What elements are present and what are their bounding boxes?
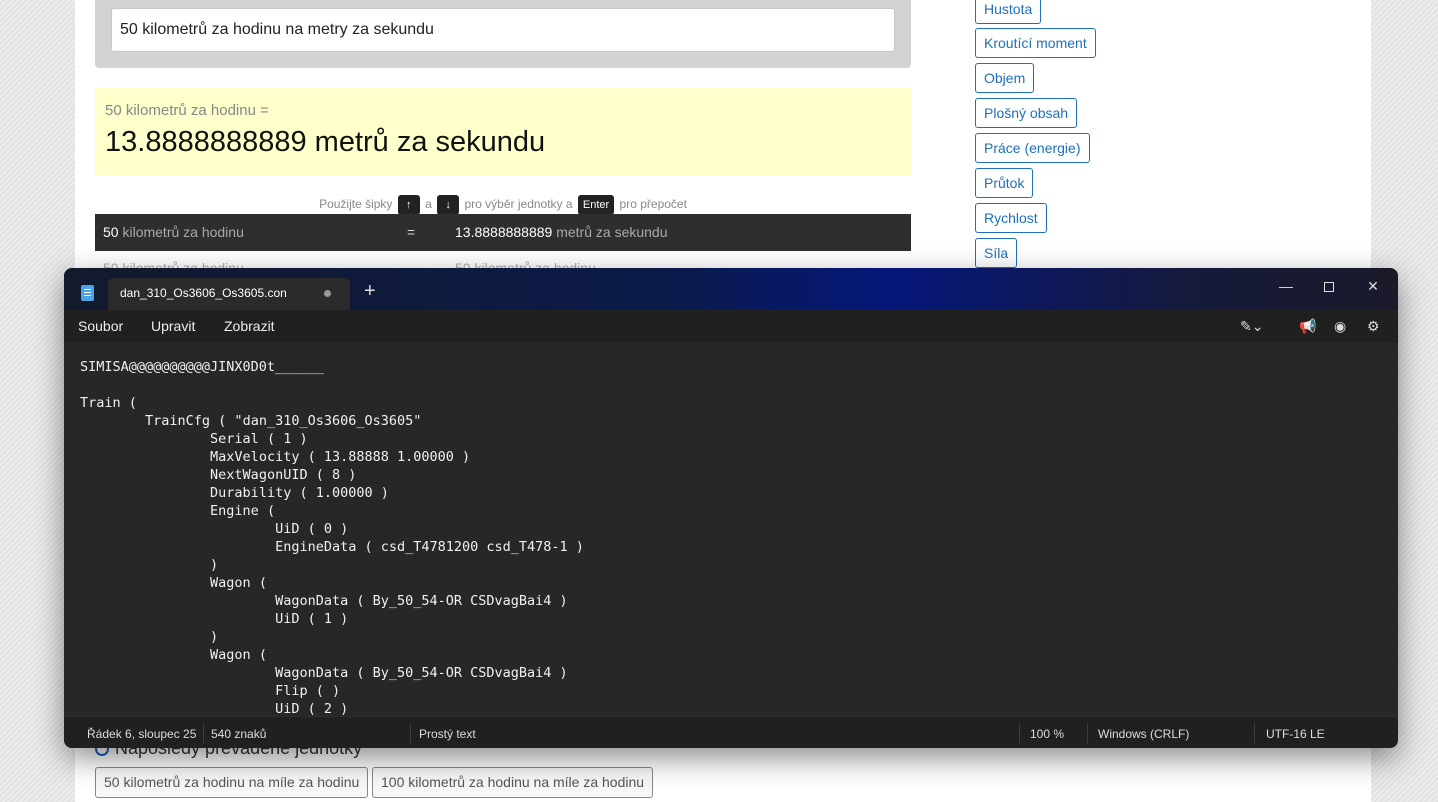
close-button[interactable]: ✕	[1358, 274, 1388, 298]
hint-text-recalc: pro přepočet	[619, 197, 687, 211]
new-tab-button[interactable]: +	[364, 281, 376, 301]
arrow-up-key-icon: ↑	[397, 194, 420, 215]
enter-key: Enter	[577, 194, 615, 215]
editor-content[interactable]: SIMISA@@@@@@@@@@JINX0D0t______ Train ( T…	[80, 358, 584, 716]
account-icon[interactable]: ◉	[1334, 317, 1346, 335]
status-divider	[410, 723, 411, 743]
right-unit: metrů za sekundu	[556, 224, 668, 240]
unsaved-dot-icon[interactable]	[324, 290, 331, 297]
character-count: 540 znaků	[211, 727, 267, 741]
text-editor[interactable]: SIMISA@@@@@@@@@@JINX0D0t______ Train ( T…	[64, 342, 1398, 716]
menu-view[interactable]: Zobrazit	[224, 318, 275, 334]
title-bar[interactable]: dan_310_Os3606_Os3605.con + — ✕	[64, 268, 1398, 310]
hint-text-use: Použijte šipky	[319, 197, 393, 211]
query-panel: 50 kilometrů za hodinu na metry za sekun…	[95, 0, 911, 68]
copilot-rewrite-icon[interactable]: ✎⌄	[1240, 317, 1263, 335]
result-value: 13.8888888889 metrů za sekundu	[105, 126, 546, 158]
zoom-level[interactable]: 100 %	[1030, 727, 1064, 741]
category-button-rychlost[interactable]: Rychlost	[975, 203, 1047, 233]
right-value: 13.8888888889	[455, 224, 553, 240]
tab-document[interactable]: dan_310_Os3606_Os3605.con	[108, 278, 350, 310]
result-panel: 50 kilometrů za hodinu = 13.8888888889 m…	[95, 88, 911, 176]
conversion-right: 13.8888888889 metrů za sekundu	[455, 214, 668, 251]
conversion-left: 50 kilometrů za hodinu	[103, 214, 244, 251]
minimize-button[interactable]: —	[1271, 274, 1301, 298]
category-button-sila[interactable]: Síla	[975, 238, 1018, 268]
announcement-icon[interactable]: 📢	[1299, 317, 1316, 335]
category-button-prutok[interactable]: Průtok	[975, 168, 1034, 198]
menu-file[interactable]: Soubor	[78, 318, 123, 334]
line-endings[interactable]: Windows (CRLF)	[1098, 727, 1189, 741]
text-format: Prostý text	[419, 727, 476, 741]
left-unit: kilometrů za hodinu	[122, 224, 244, 240]
hint-text-select: pro výběr jednotky a	[464, 197, 573, 211]
conversion-row-selected[interactable]: 50 kilometrů za hodinu = 13.8888888889 m…	[95, 214, 911, 251]
tab-title: dan_310_Os3606_Os3605.con	[120, 286, 287, 300]
hint-text-and: a	[425, 197, 432, 211]
recent-conversion-button[interactable]: 50 kilometrů za hodinu na míle za hodinu	[95, 767, 369, 798]
menu-bar: Soubor Upravit Zobrazit ✎⌄ 📢 ◉ ⚙	[64, 310, 1398, 342]
equals-sign: =	[407, 224, 416, 240]
category-button-plosny-obsah[interactable]: Plošný obsah	[975, 98, 1078, 128]
status-divider	[1087, 723, 1088, 743]
status-bar: Řádek 6, sloupec 25 540 znaků Prostý tex…	[64, 716, 1398, 748]
category-button-hustota[interactable]: Hustota	[975, 0, 1042, 24]
status-divider	[1254, 723, 1255, 743]
keyboard-hint: Použijte šipky ↑ a ↓ pro výběr jednotky …	[95, 194, 911, 215]
notepad-app-icon	[81, 285, 94, 301]
category-button-kroutici-moment[interactable]: Kroutící moment	[975, 28, 1096, 58]
category-button-objem[interactable]: Objem	[975, 63, 1035, 93]
encoding[interactable]: UTF-16 LE	[1266, 727, 1325, 741]
notepad-window: dan_310_Os3606_Os3605.con + — ✕ Soubor U…	[64, 268, 1398, 748]
status-divider	[203, 723, 204, 743]
arrow-down-key-icon: ↓	[437, 194, 460, 215]
maximize-icon	[1324, 282, 1334, 293]
cursor-position: Řádek 6, sloupec 25	[87, 727, 197, 741]
menu-edit[interactable]: Upravit	[151, 318, 195, 334]
recent-conversion-button[interactable]: 100 kilometrů za hodinu na míle za hodin…	[372, 767, 654, 798]
status-divider	[1019, 723, 1020, 743]
conversion-query-input[interactable]: 50 kilometrů za hodinu na metry za sekun…	[111, 8, 895, 52]
maximize-button[interactable]	[1314, 274, 1344, 298]
left-value: 50	[103, 224, 119, 240]
category-button-prace[interactable]: Práce (energie)	[975, 133, 1090, 163]
settings-gear-icon[interactable]: ⚙	[1367, 317, 1380, 335]
result-label: 50 kilometrů za hodinu =	[105, 102, 269, 119]
